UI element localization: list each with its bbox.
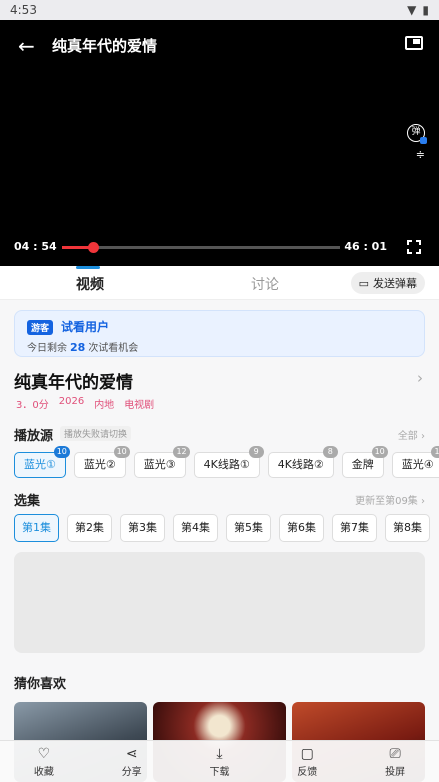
episode-list: 第1集 第2集 第3集 第4集 第5集 第6集 第7集 第8集 bbox=[14, 514, 430, 542]
source-item[interactable]: 4K线路② 8 bbox=[267, 446, 338, 478]
progress-bar[interactable] bbox=[62, 242, 340, 253]
tab-indicator bbox=[76, 266, 100, 269]
cast-icon: ⎚ bbox=[389, 746, 401, 762]
episode-item[interactable]: 第4集 bbox=[173, 514, 218, 542]
episode-item[interactable]: 第8集 bbox=[385, 514, 430, 542]
source-item[interactable]: 金牌 10 bbox=[341, 446, 388, 478]
sources-all-link[interactable]: 全部 › bbox=[398, 427, 425, 442]
video-player[interactable]: ← 纯真年代的爱情 弹 ≑ 04 : 54 46 : 01 bbox=[0, 20, 439, 266]
tab-video[interactable]: 视频 bbox=[76, 274, 104, 294]
source-item[interactable]: 4K线路① 9 bbox=[193, 446, 264, 478]
source-item[interactable]: 蓝光① 10 bbox=[14, 446, 70, 478]
battery-icon: ▮ bbox=[422, 3, 429, 17]
show-rating: 3．0分 bbox=[16, 400, 49, 411]
trial-user-label: 试看用户 bbox=[61, 320, 110, 334]
player-title: 纯真年代的爱情 bbox=[52, 37, 158, 55]
send-danmu-button[interactable]: ▭ 发送弹幕 bbox=[350, 272, 425, 294]
back-arrow-icon[interactable]: ← bbox=[18, 34, 35, 58]
episode-item[interactable]: 第1集 bbox=[14, 514, 59, 542]
duration: 46 : 01 bbox=[344, 240, 387, 253]
download-button[interactable]: ⤓ 下载 bbox=[189, 741, 249, 782]
sources-hint: 播放失败请切换 bbox=[60, 426, 132, 441]
tab-discussion[interactable]: 讨论 bbox=[251, 274, 279, 294]
wifi-icon: ▼ bbox=[407, 3, 417, 17]
chevron-right-icon[interactable]: › bbox=[417, 369, 423, 387]
source-list: 蓝光① 10 蓝光② 10 蓝光③ 12 4K线路① 9 4K线路② 8 金牌 10 蓝光④… bbox=[14, 446, 439, 478]
feedback-icon: ▢ bbox=[300, 746, 314, 762]
episodes-update-link[interactable]: 更新至第09集 › bbox=[355, 492, 425, 507]
show-region: 内地 bbox=[94, 400, 115, 411]
feedback-button[interactable]: ▢ 反馈 bbox=[277, 741, 337, 782]
show-year: 2026 bbox=[58, 396, 85, 407]
episode-item[interactable]: 第3集 bbox=[120, 514, 165, 542]
sources-title: 播放源 bbox=[14, 429, 54, 444]
favorite-button[interactable]: ♡ 收藏 bbox=[14, 741, 74, 782]
show-category: 电视剧 bbox=[124, 400, 155, 411]
trial-remaining: 今日剩余 28 次试看机会 bbox=[27, 341, 139, 354]
source-item[interactable]: 蓝光③ 12 bbox=[133, 446, 190, 478]
trial-banner: 游客 试看用户 今日剩余 28 次试看机会 bbox=[14, 310, 425, 357]
bottom-action-bar: ♡ 收藏 ⋖ 分享 ⤓ 下载 ▢ 反馈 ⎚ 投屏 bbox=[0, 740, 439, 782]
episode-item[interactable]: 第5集 bbox=[226, 514, 271, 542]
recommend-title: 猜你喜欢 bbox=[14, 677, 67, 692]
source-item[interactable]: 蓝光④10 bbox=[391, 446, 439, 478]
episode-item[interactable]: 第6集 bbox=[279, 514, 324, 542]
episode-item[interactable]: 第7集 bbox=[332, 514, 377, 542]
progress-knob[interactable] bbox=[87, 242, 99, 253]
share-icon: ⋖ bbox=[125, 746, 138, 762]
episodes-title: 选集 bbox=[14, 494, 41, 509]
source-item[interactable]: 蓝光② 10 bbox=[73, 446, 130, 478]
danmu-settings-icon[interactable]: ≑ bbox=[416, 148, 425, 161]
status-bar: 4:53 ▼ ▮ bbox=[0, 0, 439, 20]
download-icon: ⤓ bbox=[216, 746, 223, 762]
ad-placeholder bbox=[14, 552, 425, 653]
fullscreen-icon[interactable] bbox=[407, 240, 421, 254]
episode-item[interactable]: 第2集 bbox=[67, 514, 112, 542]
send-danmu-label: 发送弹幕 bbox=[373, 277, 417, 290]
show-title[interactable]: 纯真年代的爱情 bbox=[14, 368, 133, 393]
heart-icon: ♡ bbox=[37, 746, 51, 762]
guest-badge: 游客 bbox=[27, 320, 54, 335]
trial-count: 28 bbox=[70, 341, 86, 354]
pip-icon[interactable] bbox=[405, 36, 423, 50]
show-meta: 3．0分 2026 内地 电视剧 bbox=[16, 396, 154, 411]
chat-bubble-icon: ▭ bbox=[358, 276, 369, 290]
share-button[interactable]: ⋖ 分享 bbox=[102, 741, 162, 782]
content-tabs: 视频 讨论 ▭ 发送弹幕 bbox=[0, 266, 439, 300]
current-time: 04 : 54 bbox=[14, 240, 57, 253]
danmu-toggle-icon[interactable]: 弹 bbox=[407, 124, 427, 144]
status-time: 4:53 bbox=[10, 3, 37, 17]
cast-button[interactable]: ⎚ 投屏 bbox=[365, 741, 425, 782]
danmu-label: 弹 bbox=[411, 127, 421, 137]
